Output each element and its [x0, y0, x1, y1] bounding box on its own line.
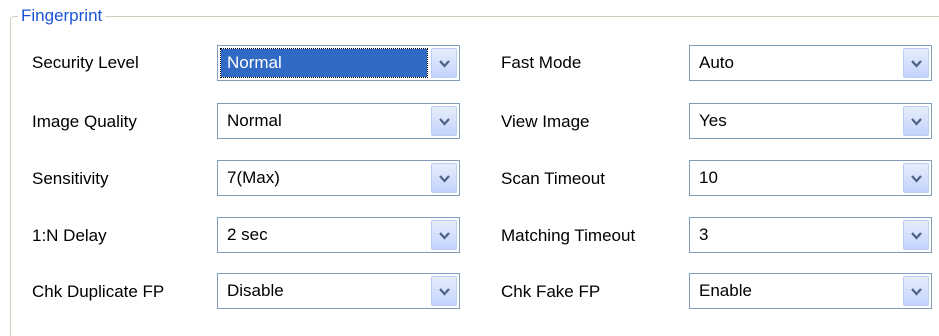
view-image-select[interactable]: Yes [689, 103, 932, 139]
chk-duplicate-fp-label: Chk Duplicate FP [32, 282, 165, 301]
matching-timeout-select[interactable]: 3 [689, 217, 932, 253]
dropdown-arrow-button[interactable] [903, 106, 929, 136]
dropdown-arrow-button[interactable] [431, 163, 457, 193]
chevron-down-icon [911, 232, 922, 240]
dropdown-arrow-button[interactable] [903, 276, 929, 306]
matching-timeout-label: Matching Timeout [501, 226, 636, 245]
fast-mode-label: Fast Mode [501, 53, 582, 72]
dropdown-arrow-button[interactable] [903, 220, 929, 250]
dropdown-arrow-button[interactable] [903, 163, 929, 193]
chevron-down-icon [911, 118, 922, 126]
nm-delay-select[interactable]: 2 sec [217, 217, 460, 253]
sensitivity-value: 7(Max) [227, 168, 280, 187]
security-level-value: Normal [227, 53, 282, 72]
scan-timeout-select[interactable]: 10 [689, 160, 932, 196]
sensitivity-select[interactable]: 7(Max) [217, 160, 460, 196]
chk-fake-fp-label: Chk Fake FP [501, 282, 601, 301]
selected-highlight: Normal [220, 48, 428, 78]
security-level-select[interactable]: Normal [217, 45, 460, 81]
image-quality-select[interactable]: Normal [217, 103, 460, 139]
sensitivity-label: Sensitivity [32, 169, 109, 188]
dropdown-arrow-button[interactable] [431, 276, 457, 306]
nm-delay-label: 1:N Delay [32, 226, 107, 245]
image-quality-value: Normal [227, 111, 282, 130]
fast-mode-select[interactable]: Auto [689, 45, 932, 81]
chk-fake-fp-select[interactable]: Enable [689, 273, 932, 309]
chevron-down-icon [439, 288, 450, 296]
chevron-down-icon [439, 175, 450, 183]
chevron-down-icon [911, 175, 922, 183]
chevron-down-icon [439, 60, 450, 68]
security-level-label: Security Level [32, 53, 139, 72]
dropdown-arrow-button[interactable] [431, 220, 457, 250]
dropdown-arrow-button[interactable] [431, 48, 457, 78]
scan-timeout-value: 10 [699, 168, 718, 187]
chevron-down-icon [911, 288, 922, 296]
nm-delay-value: 2 sec [227, 225, 268, 244]
fast-mode-value: Auto [699, 53, 734, 72]
image-quality-label: Image Quality [32, 112, 137, 131]
chk-duplicate-fp-select[interactable]: Disable [217, 273, 460, 309]
view-image-value: Yes [699, 111, 727, 130]
chk-fake-fp-value: Enable [699, 281, 752, 300]
chk-duplicate-fp-value: Disable [227, 281, 284, 300]
chevron-down-icon [439, 232, 450, 240]
view-image-label: View Image [501, 112, 590, 131]
chevron-down-icon [439, 118, 450, 126]
chevron-down-icon [911, 60, 922, 68]
dropdown-arrow-button[interactable] [903, 48, 929, 78]
scan-timeout-label: Scan Timeout [501, 169, 605, 188]
dropdown-arrow-button[interactable] [431, 106, 457, 136]
group-title: Fingerprint [18, 5, 106, 27]
matching-timeout-value: 3 [699, 225, 709, 244]
